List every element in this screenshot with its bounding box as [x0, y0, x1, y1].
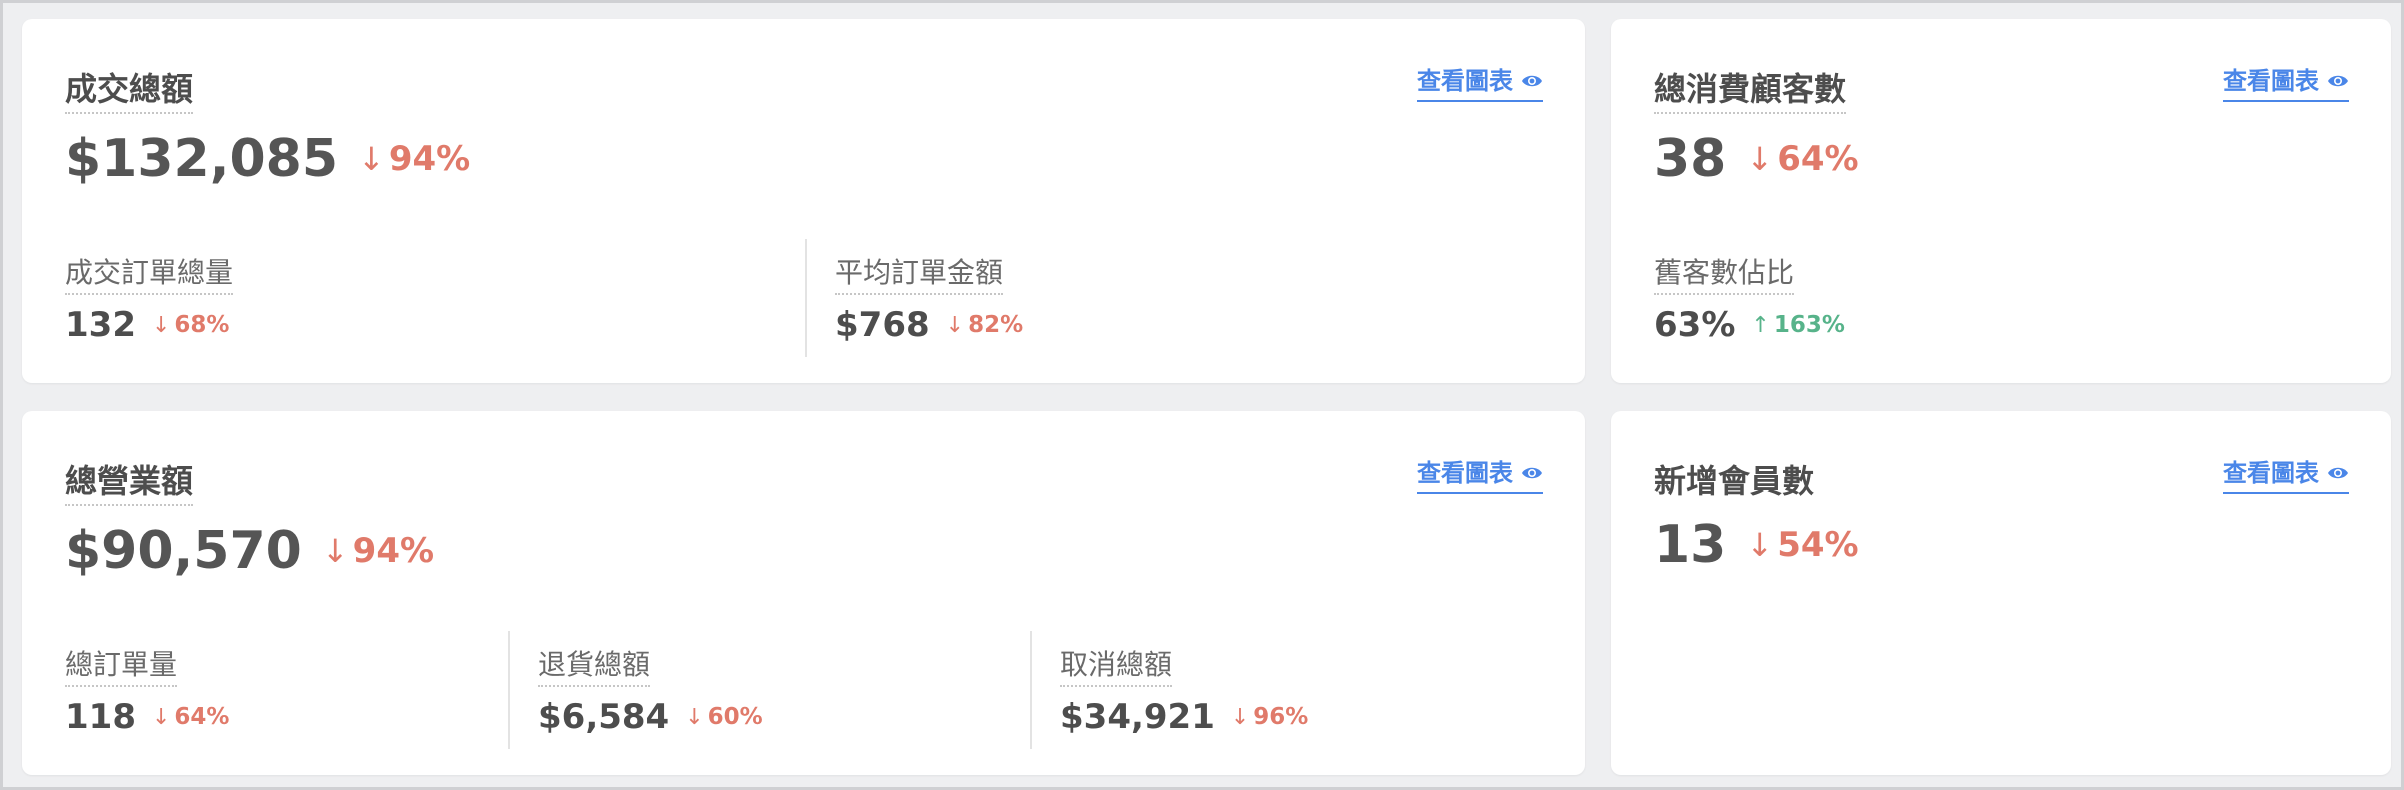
sub-metrics: 舊客數佔比 63% ↑ 163%	[1611, 239, 2391, 357]
card-title: 總消費顧客數	[1654, 69, 1847, 114]
view-chart-label: 查看圖表	[1417, 459, 1513, 487]
sub-metric: 退貨總額 $6,584 ↓ 60%	[508, 631, 1030, 749]
metric-value: $132,085	[65, 129, 339, 189]
metric-change: ↓ 64%	[1746, 139, 1858, 179]
arrow-down-icon: ↓	[1230, 704, 1250, 730]
view-chart-link[interactable]: 查看圖表	[1417, 458, 1543, 494]
metric-value: 13	[1654, 515, 1727, 575]
sub-metric: 平均訂單金額 $768 ↓ 82%	[805, 239, 1565, 357]
sub-metric: 成交訂單總量 132 ↓ 68%	[22, 239, 805, 357]
view-chart-link[interactable]: 查看圖表	[1417, 66, 1543, 102]
card-title: 新增會員數	[1654, 462, 1815, 500]
change-percent: 94%	[352, 531, 435, 571]
sub-metric-change: ↓ 64%	[152, 704, 230, 730]
metric-change: ↓ 54%	[1746, 525, 1858, 565]
view-chart-label: 查看圖表	[2223, 459, 2319, 487]
sub-metrics: 總訂單量 118 ↓ 64% 退貨總額 $6,584 ↓ 60% 取消總額 $3…	[22, 631, 1585, 749]
change-percent: 96%	[1253, 704, 1309, 730]
sales-card: 總營業額 查看圖表 $90,570 ↓ 94% 總訂單量 118 ↓ 64% 退…	[22, 411, 1585, 775]
change-percent: 82%	[968, 312, 1024, 338]
eye-icon	[1521, 74, 1543, 88]
view-chart-label: 查看圖表	[1417, 67, 1513, 95]
change-percent: 60%	[707, 704, 763, 730]
sub-metric-label: 總訂單量	[65, 647, 178, 687]
sub-metric-change: ↓ 82%	[946, 312, 1024, 338]
change-percent: 68%	[174, 312, 230, 338]
sub-metric-label: 平均訂單金額	[835, 255, 1004, 295]
metric-value: 38	[1654, 129, 1727, 189]
revenue-card: 成交總額 查看圖表 $132,085 ↓ 94% 成交訂單總量 132 ↓ 68…	[22, 19, 1585, 383]
view-chart-link[interactable]: 查看圖表	[2223, 66, 2349, 102]
sub-metric-value: $768	[835, 305, 930, 345]
sub-metric-label: 舊客數佔比	[1654, 255, 1795, 295]
main-metric: $90,570 ↓ 94%	[65, 521, 434, 581]
sub-metric: 舊客數佔比 63% ↑ 163%	[1611, 239, 2371, 357]
sub-metric-label: 取消總額	[1060, 647, 1173, 687]
eye-icon	[2327, 466, 2349, 480]
arrow-down-icon: ↓	[685, 704, 704, 730]
sub-metric: 取消總額 $34,921 ↓ 96%	[1030, 631, 1570, 749]
sub-metric-change: ↑ 163%	[1751, 312, 1845, 338]
metric-value: $90,570	[65, 521, 302, 581]
members-card: 新增會員數 查看圖表 13 ↓ 54%	[1611, 411, 2391, 775]
change-percent: 94%	[388, 139, 471, 179]
sub-metric-value: $6,584	[538, 697, 670, 737]
arrow-down-icon: ↓	[945, 312, 965, 338]
arrow-down-icon: ↓	[151, 704, 171, 730]
sub-metric-value: 118	[65, 697, 136, 737]
main-metric: 38 ↓ 64%	[1654, 129, 1859, 189]
change-percent: 54%	[1777, 525, 1859, 565]
metric-change: ↓ 94%	[322, 531, 434, 571]
sub-metric-label: 成交訂單總量	[65, 255, 234, 295]
sub-metric-change: ↓ 96%	[1231, 704, 1309, 730]
change-percent: 64%	[1777, 139, 1859, 179]
view-chart-label: 查看圖表	[2223, 67, 2319, 95]
arrow-down-icon: ↓	[151, 312, 171, 338]
sub-metric-value: 63%	[1654, 305, 1736, 345]
sub-metric-change: ↓ 68%	[152, 312, 230, 338]
arrow-down-icon: ↓	[321, 532, 349, 570]
sub-metric-value: $34,921	[1060, 697, 1215, 737]
view-chart-link[interactable]: 查看圖表	[2223, 458, 2349, 494]
sub-metric-change: ↓ 60%	[685, 704, 763, 730]
change-percent: 64%	[174, 704, 230, 730]
arrow-down-icon: ↓	[1746, 140, 1774, 178]
sub-metric-value: 132	[65, 305, 136, 345]
main-metric: 13 ↓ 54%	[1654, 515, 1859, 575]
eye-icon	[2327, 74, 2349, 88]
card-title: 總營業額	[65, 461, 194, 506]
arrow-up-icon: ↑	[1751, 312, 1770, 338]
eye-icon	[1521, 466, 1543, 480]
main-metric: $132,085 ↓ 94%	[65, 129, 470, 189]
sub-metric-label: 退貨總額	[538, 647, 651, 687]
arrow-down-icon: ↓	[1746, 526, 1774, 564]
change-percent: 163%	[1773, 312, 1845, 338]
customers-card: 總消費顧客數 查看圖表 38 ↓ 64% 舊客數佔比 63% ↑ 163%	[1611, 19, 2391, 383]
arrow-down-icon: ↓	[358, 140, 385, 178]
sub-metrics: 成交訂單總量 132 ↓ 68% 平均訂單金額 $768 ↓ 82%	[22, 239, 1585, 357]
metric-change: ↓ 94%	[358, 139, 470, 179]
sub-metric: 總訂單量 118 ↓ 64%	[22, 631, 508, 749]
card-title: 成交總額	[65, 69, 194, 114]
